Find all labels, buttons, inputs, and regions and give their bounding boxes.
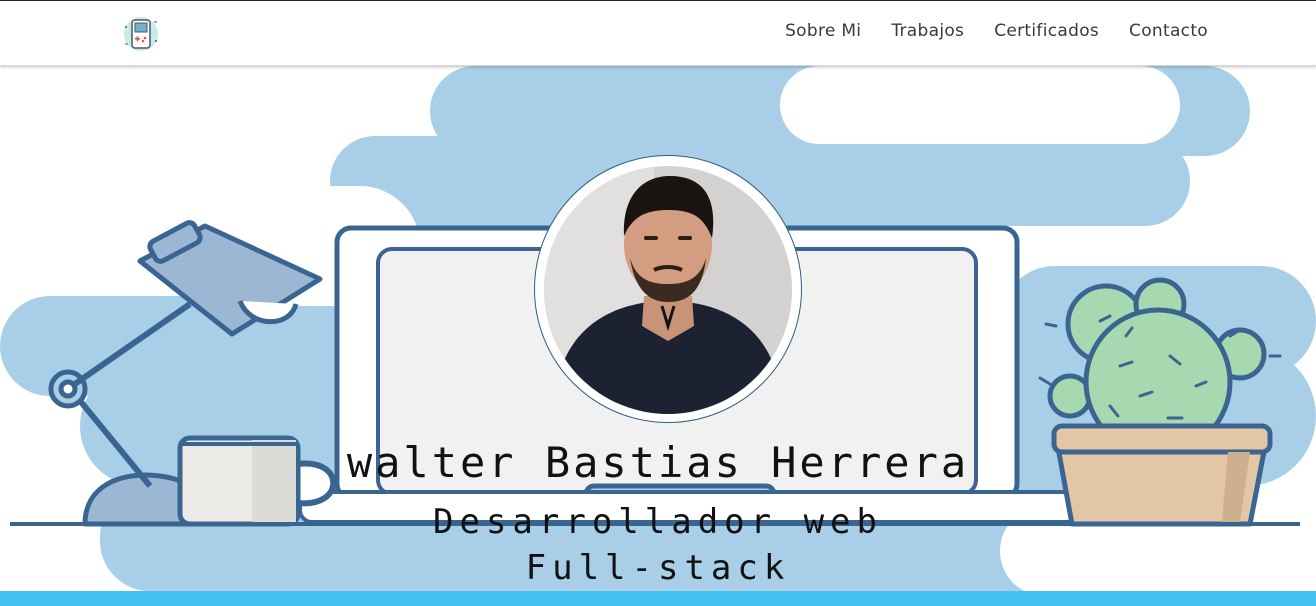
section-divider-bar	[0, 591, 1316, 606]
main-nav: Sobre Mi Trabajos Certificados Contacto	[785, 21, 1208, 41]
nav-link-trabajos[interactable]: Trabajos	[891, 21, 964, 41]
profile-photo	[544, 166, 792, 414]
hero-section: walter Bastias Herrera Desarrollador web…	[0, 66, 1316, 591]
nav-link-sobre-mi[interactable]: Sobre Mi	[785, 21, 861, 41]
hero-role-line1: Desarrollador web	[433, 502, 883, 542]
hero-role-line2: Full-stack	[525, 548, 791, 588]
hero-name: walter Bastias Herrera	[346, 438, 970, 487]
navbar: Sobre Mi Trabajos Certificados Contacto	[0, 0, 1316, 66]
gameboy-icon[interactable]	[120, 13, 162, 55]
nav-link-contacto[interactable]: Contacto	[1129, 21, 1208, 41]
nav-link-certificados[interactable]: Certificados	[994, 21, 1099, 41]
